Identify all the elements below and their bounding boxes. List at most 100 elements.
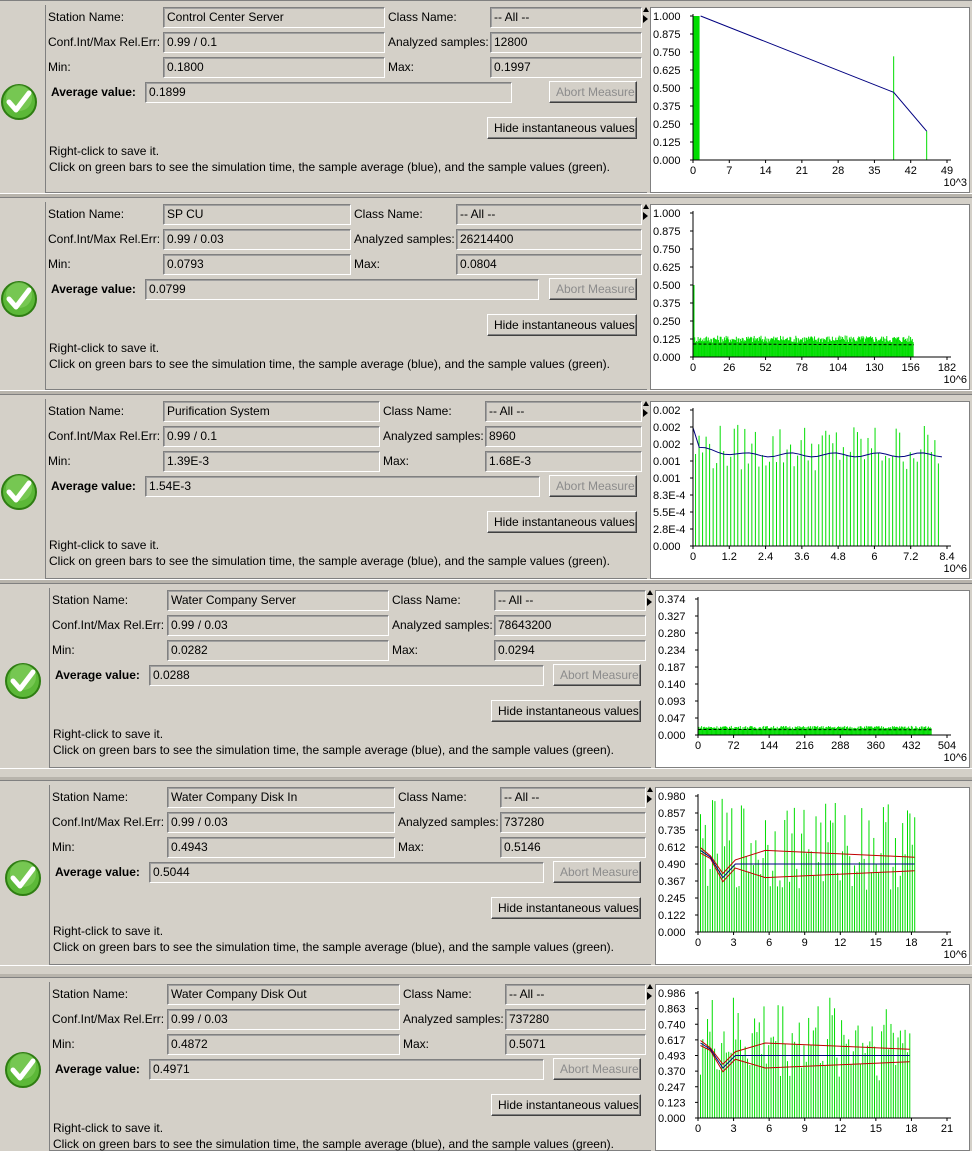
y-tick-label: 0.000 <box>653 541 681 553</box>
collapse-handle-icon[interactable] <box>643 212 648 220</box>
hint-save: Right-click to save it. <box>49 341 160 355</box>
analyzed-samples-field: 8960 <box>485 426 642 447</box>
class-name-label: Class Name: <box>354 207 423 221</box>
hint-click-bars: Click on green bars to see the simulatio… <box>53 743 614 757</box>
expand-handle-icon[interactable] <box>647 590 653 595</box>
station-name-field: Water Company Disk Out <box>167 984 400 1005</box>
chart-svg: 1.000 0.875 0.750 0.625 0.500 0.375 0.250 0.125… <box>653 11 967 189</box>
max-label: Max: <box>403 1037 430 1051</box>
x-tick-label: 21 <box>796 165 808 177</box>
measure-info: Station Name: SP CU Class Name: -- All -- Co… <box>45 202 647 390</box>
abort-measure-button[interactable]: Abort Measure <box>553 664 641 686</box>
max-field: 0.1997 <box>490 57 642 78</box>
conf-int-field: 0.99 / 0.03 <box>167 615 389 636</box>
upper-bound-line <box>700 1040 910 1066</box>
y-tick-label: 0.750 <box>653 47 681 59</box>
x-tick-label: 26 <box>723 362 735 374</box>
upper-bound-line <box>700 847 915 875</box>
y-tick-label: 0.002 <box>653 439 681 451</box>
x-tick-label: 0 <box>690 551 696 563</box>
x-tick-label: 7.2 <box>903 551 918 563</box>
class-name-field: -- All -- <box>490 7 642 28</box>
y-tick-label: 0.612 <box>658 842 686 854</box>
expand-handle-icon[interactable] <box>643 401 649 406</box>
measure-chart[interactable]: 0.002 0.002 0.002 0.001 0.001 8.3E-4 5.5E-4 2.8… <box>650 401 970 579</box>
y-tick-label: 0.247 <box>658 1082 686 1094</box>
measure-chart[interactable]: 1.000 0.875 0.750 0.625 0.500 0.375 0.250 0.125… <box>650 7 970 193</box>
analyzed-samples-field: 737280 <box>505 1009 646 1030</box>
x-tick-label: 6 <box>766 1123 772 1135</box>
measure-chart[interactable]: 0.980 0.857 0.735 0.612 0.490 0.367 0.245 0.122… <box>655 787 970 965</box>
y-tick-label: 0.625 <box>653 262 681 274</box>
hide-instantaneous-button[interactable]: Hide instantaneous values <box>487 117 637 139</box>
analyzed-samples-field: 78643200 <box>494 615 646 636</box>
expand-handle-icon[interactable] <box>643 204 649 209</box>
x-tick-label: 6 <box>871 551 877 563</box>
measure-chart[interactable]: 0.986 0.863 0.740 0.617 0.493 0.370 0.247 0.123… <box>655 984 970 1151</box>
x-tick-label: 216 <box>796 740 814 752</box>
conf-int-field: 0.99 / 0.03 <box>167 812 395 833</box>
x-tick-label: 35 <box>868 165 880 177</box>
x-tick-label: 42 <box>905 165 917 177</box>
checkmark-icon <box>0 473 38 511</box>
x-tick-label: 0 <box>695 1123 701 1135</box>
measure-info: Station Name: Water Company Disk In Class … <box>49 785 651 965</box>
abort-measure-button[interactable]: Abort Measure <box>549 81 637 103</box>
x-tick-label: 432 <box>902 740 920 752</box>
x-tick-label: 12 <box>834 937 846 949</box>
collapse-handle-icon[interactable] <box>643 409 648 417</box>
measure-chart[interactable]: 1.000 0.875 0.750 0.625 0.500 0.375 0.250 0.125… <box>650 204 970 390</box>
max-label: Max: <box>392 643 419 657</box>
average-value-field: 0.4971 <box>149 1059 544 1080</box>
max-field: 0.5146 <box>500 837 646 858</box>
hide-instantaneous-button[interactable]: Hide instantaneous values <box>491 1094 641 1116</box>
class-name-label: Class Name: <box>403 987 472 1001</box>
abort-measure-button[interactable]: Abort Measure <box>553 1058 641 1080</box>
x-tick-label: 130 <box>865 362 883 374</box>
x-tick-label: 14 <box>759 165 771 177</box>
average-value-field: 0.1899 <box>145 82 512 103</box>
y-tick-label: 0.002 <box>653 422 681 434</box>
expand-handle-icon[interactable] <box>647 984 653 989</box>
average-value-label: Average value: <box>51 85 136 99</box>
y-tick-label: 0.980 <box>658 791 686 803</box>
x-tick-label: 104 <box>829 362 847 374</box>
hint-save: Right-click to save it. <box>53 1121 164 1135</box>
station-name-label: Station Name: <box>52 790 129 804</box>
hide-instantaneous-button[interactable]: Hide instantaneous values <box>491 700 641 722</box>
y-tick-label: 0.123 <box>658 1097 686 1109</box>
measure-panel: Station Name: Water Company Server Class N… <box>0 583 972 769</box>
hint-save: Right-click to save it. <box>49 538 160 552</box>
chart-svg: 0.374 0.327 0.280 0.234 0.187 0.140 0.093 0.047… <box>658 594 967 764</box>
average-line <box>700 15 928 132</box>
x-tick-label: 18 <box>905 1123 917 1135</box>
average-value-field: 0.0799 <box>145 279 539 300</box>
sample-bars <box>692 285 914 357</box>
x-unit-label: 10^6 <box>943 949 967 961</box>
measure-chart[interactable]: 0.374 0.327 0.280 0.234 0.187 0.140 0.093 0.047… <box>655 590 970 768</box>
y-tick-label: 0.122 <box>658 910 686 922</box>
class-name-label: Class Name: <box>392 593 461 607</box>
expand-handle-icon[interactable] <box>647 787 653 792</box>
average-value-label: Average value: <box>55 668 140 682</box>
hint-click-bars: Click on green bars to see the simulatio… <box>49 554 610 568</box>
conf-int-label: Conf.Int/Max Rel.Err: <box>48 232 161 246</box>
min-label: Min: <box>52 1037 75 1051</box>
collapse-handle-icon[interactable] <box>647 992 652 1000</box>
x-tick-label: 21 <box>941 1123 953 1135</box>
abort-measure-button[interactable]: Abort Measure <box>553 861 641 883</box>
max-label: Max: <box>383 454 410 468</box>
collapse-handle-icon[interactable] <box>647 598 652 606</box>
collapse-handle-icon[interactable] <box>643 15 648 23</box>
chart-svg: 0.986 0.863 0.740 0.617 0.493 0.370 0.247 0.123… <box>658 988 953 1135</box>
abort-measure-button[interactable]: Abort Measure <box>549 475 637 497</box>
hide-instantaneous-button[interactable]: Hide instantaneous values <box>487 314 637 336</box>
analyzed-samples-label: Analyzed samples: <box>383 429 484 443</box>
hide-instantaneous-button[interactable]: Hide instantaneous values <box>491 897 641 919</box>
expand-handle-icon[interactable] <box>643 7 649 12</box>
hide-instantaneous-button[interactable]: Hide instantaneous values <box>487 511 637 533</box>
abort-measure-button[interactable]: Abort Measure <box>549 278 637 300</box>
station-name-label: Station Name: <box>48 404 125 418</box>
collapse-handle-icon[interactable] <box>647 795 652 803</box>
average-value-field: 1.54E-3 <box>145 476 540 497</box>
